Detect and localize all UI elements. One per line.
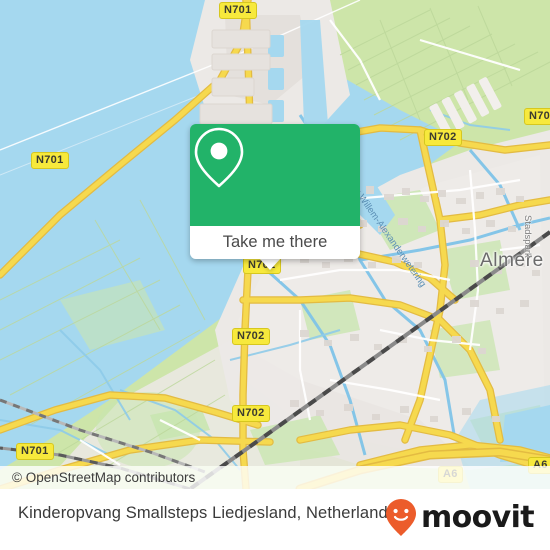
moovit-branding[interactable]: moovit bbox=[384, 498, 535, 538]
place-label-almere: Almere bbox=[480, 250, 544, 271]
map-attribution-bar: © OpenStreetMap contributors bbox=[0, 466, 550, 489]
road-shield-n702-upper[interactable]: N702 bbox=[424, 129, 462, 146]
location-callout-card[interactable]: Take me there bbox=[190, 124, 360, 259]
page-title: Kinderopvang Smallsteps Liedjesland, Net… bbox=[18, 504, 397, 522]
moovit-map-screenshot: N701 N701 N702 N702 N702 N702 N702 N701 … bbox=[0, 0, 550, 550]
map-canvas[interactable]: N701 N701 N702 N702 N702 N702 N702 N701 … bbox=[0, 0, 550, 489]
park-label-stadspark: Stadspark bbox=[522, 215, 533, 258]
road-shield-n702-topright[interactable]: N702 bbox=[524, 108, 550, 125]
road-shield-n702-lower[interactable]: N702 bbox=[232, 328, 270, 345]
callout-tail bbox=[259, 258, 281, 270]
road-shield-n701-top[interactable]: N701 bbox=[219, 2, 257, 19]
road-shield-n701-left[interactable]: N701 bbox=[31, 152, 69, 169]
road-shield-n702-bottom[interactable]: N702 bbox=[232, 405, 270, 422]
moovit-wordmark: moovit bbox=[420, 500, 535, 535]
road-shield-n701-bottom[interactable]: N701 bbox=[16, 443, 54, 460]
map-pin-outline-icon bbox=[194, 127, 244, 188]
moovit-pin-smiley-icon bbox=[385, 499, 416, 536]
callout-card-header bbox=[190, 124, 360, 226]
osm-attribution-text[interactable]: © OpenStreetMap contributors bbox=[0, 470, 195, 485]
take-me-there-button[interactable]: Take me there bbox=[190, 226, 360, 259]
